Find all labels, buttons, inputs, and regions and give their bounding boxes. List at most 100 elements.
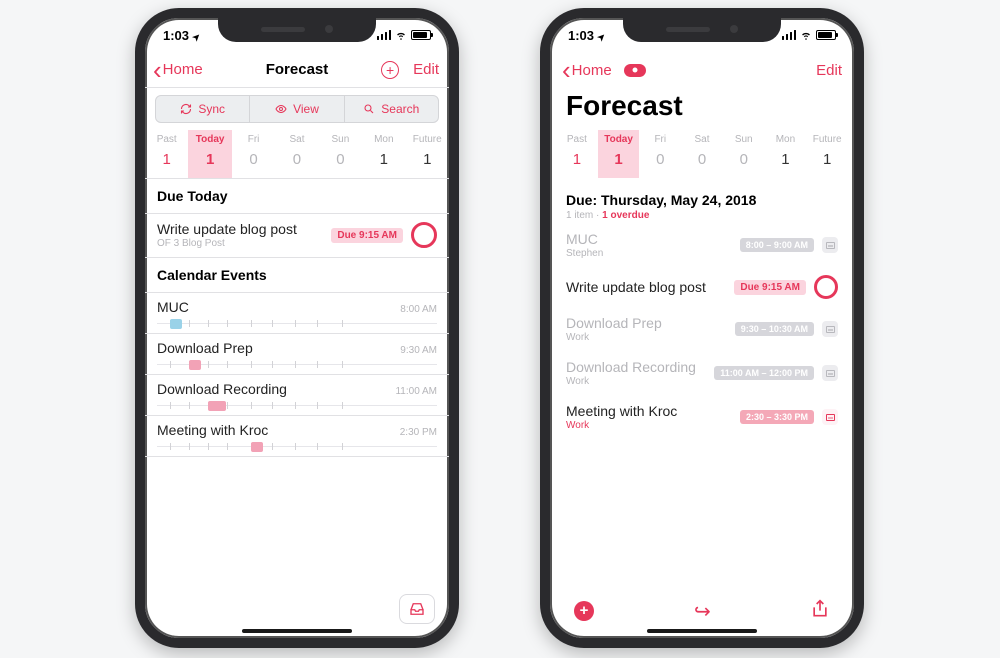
wifi-icon (800, 29, 812, 41)
undo-button[interactable]: ↩ (694, 599, 711, 624)
row-subtitle: Work (566, 376, 706, 387)
inbox-button[interactable] (399, 594, 435, 624)
due-badge: Due 9:15 AM (734, 280, 806, 295)
day-future[interactable]: Future1 (406, 130, 449, 178)
calendar-event[interactable]: Download Recording 11:00 AM (145, 375, 449, 416)
page-title: Forecast (550, 88, 854, 130)
section-calendar-events: Calendar Events (145, 258, 449, 293)
due-item-count: 1 item (566, 210, 593, 221)
share-button[interactable] (810, 599, 830, 624)
event-title: MUC (157, 299, 189, 315)
home-indicator[interactable] (647, 629, 757, 633)
forecast-days: Past1 Today1 Fri0 Sat0 Sun0 Mon1 Future1 (556, 130, 848, 178)
event-timeline (157, 440, 437, 454)
day-sat[interactable]: Sat0 (275, 130, 318, 178)
edit-button[interactable]: Edit (816, 62, 842, 79)
wifi-icon (395, 29, 407, 41)
add-button[interactable]: + (381, 61, 399, 79)
battery-icon (816, 30, 836, 40)
task-row[interactable]: Write update blog post OF 3 Blog Post Du… (145, 214, 449, 258)
row-title: Meeting with Kroc (566, 403, 732, 419)
segment-sync[interactable]: Sync (156, 96, 249, 122)
nav-bar: Home Forecast + Edit (145, 52, 449, 88)
task-title: Write update blog post (157, 221, 331, 237)
day-fri[interactable]: Fri0 (639, 130, 681, 178)
day-sat[interactable]: Sat0 (681, 130, 723, 178)
back-button[interactable]: Home (562, 62, 612, 79)
task-checkbox[interactable] (411, 222, 437, 248)
day-mon[interactable]: Mon1 (765, 130, 807, 178)
forecast-days: Past1 Today1 Fri0 Sat0 Sun0 Mon1 Future1 (145, 130, 449, 179)
row-title: MUC (566, 231, 732, 247)
phone-omnifocus-2: 1:03 Home Forecast + Edit Sync View Sear… (135, 8, 459, 648)
calendar-event[interactable]: Download Prep 9:30 AM (145, 334, 449, 375)
event-timeline (157, 399, 437, 413)
iphone-notch (218, 16, 376, 42)
cellular-icon (782, 30, 797, 40)
eye-icon (275, 103, 287, 115)
day-sun[interactable]: Sun0 (319, 130, 362, 178)
calendar-icon (822, 237, 838, 253)
segment-search[interactable]: Search (344, 96, 438, 122)
task-checkbox[interactable] (814, 275, 838, 299)
segmented-control: Sync View Search (155, 95, 439, 123)
time-badge: 11:00 AM – 12:00 PM (714, 366, 814, 380)
row-subtitle: Work (566, 420, 732, 431)
row-title: Download Recording (566, 359, 706, 375)
clock: 1:03 (568, 28, 594, 43)
event-block (170, 319, 182, 329)
time-badge: 2:30 – 3:30 PM (740, 410, 814, 424)
day-future[interactable]: Future1 (806, 130, 848, 178)
event-title: Download Prep (157, 340, 253, 356)
day-today[interactable]: Today1 (598, 130, 640, 178)
sync-icon (180, 103, 192, 115)
iphone-notch (623, 16, 781, 42)
calendar-event[interactable]: MUC 8:00 AM (145, 293, 449, 334)
task-row[interactable]: Write update blog post Due 9:15 AM (550, 267, 854, 307)
calendar-event[interactable]: Download Prep Work 9:30 – 10:30 AM (550, 307, 854, 351)
calendar-icon (822, 409, 838, 425)
day-past[interactable]: Past1 (145, 130, 188, 178)
event-block (251, 442, 263, 452)
row-title: Write update blog post (566, 279, 726, 295)
row-title: Download Prep (566, 315, 727, 331)
day-today[interactable]: Today1 (188, 130, 231, 178)
back-button[interactable]: Home (153, 61, 203, 78)
task-project: OF 3 Blog Post (157, 238, 331, 249)
share-icon (810, 599, 830, 619)
day-past[interactable]: Past1 (556, 130, 598, 178)
section-due-today: Due Today (145, 179, 449, 214)
phone-omnifocus-3: 1:03 Home Edit Forecast Past1 Today1 Fri… (540, 8, 864, 648)
event-time: 8:00 AM (400, 304, 437, 315)
calendar-event[interactable]: Meeting with Kroc 2:30 PM (145, 416, 449, 457)
due-date-title: Due: Thursday, May 24, 2018 (566, 192, 838, 208)
nav-title: Forecast (266, 61, 329, 78)
due-header: Due: Thursday, May 24, 2018 1 item · 1 o… (550, 178, 854, 223)
calendar-event[interactable]: Meeting with Kroc Work 2:30 – 3:30 PM (550, 395, 854, 439)
event-block (189, 360, 201, 370)
overdue-count: 1 overdue (602, 210, 649, 221)
time-badge: 9:30 – 10:30 AM (735, 322, 814, 336)
view-options-icon[interactable] (624, 64, 646, 77)
edit-button[interactable]: Edit (413, 61, 439, 78)
calendar-event[interactable]: MUC Stephen 8:00 – 9:00 AM (550, 223, 854, 267)
inbox-icon (408, 600, 426, 618)
event-time: 2:30 PM (400, 427, 437, 438)
event-timeline (157, 358, 437, 372)
day-mon[interactable]: Mon1 (362, 130, 405, 178)
day-sun[interactable]: Sun0 (723, 130, 765, 178)
segment-view[interactable]: View (249, 96, 343, 122)
row-subtitle: Stephen (566, 248, 732, 259)
battery-icon (411, 30, 431, 40)
event-title: Download Recording (157, 381, 287, 397)
bottom-toolbar: + ↩ (550, 594, 854, 628)
event-time: 9:30 AM (400, 345, 437, 356)
new-item-button[interactable]: + (574, 601, 594, 621)
home-indicator[interactable] (242, 629, 352, 633)
day-fri[interactable]: Fri0 (232, 130, 275, 178)
cellular-icon (377, 30, 392, 40)
clock: 1:03 (163, 28, 189, 43)
event-block (208, 401, 226, 411)
calendar-event[interactable]: Download Recording Work 11:00 AM – 12:00… (550, 351, 854, 395)
row-subtitle: Work (566, 332, 727, 343)
